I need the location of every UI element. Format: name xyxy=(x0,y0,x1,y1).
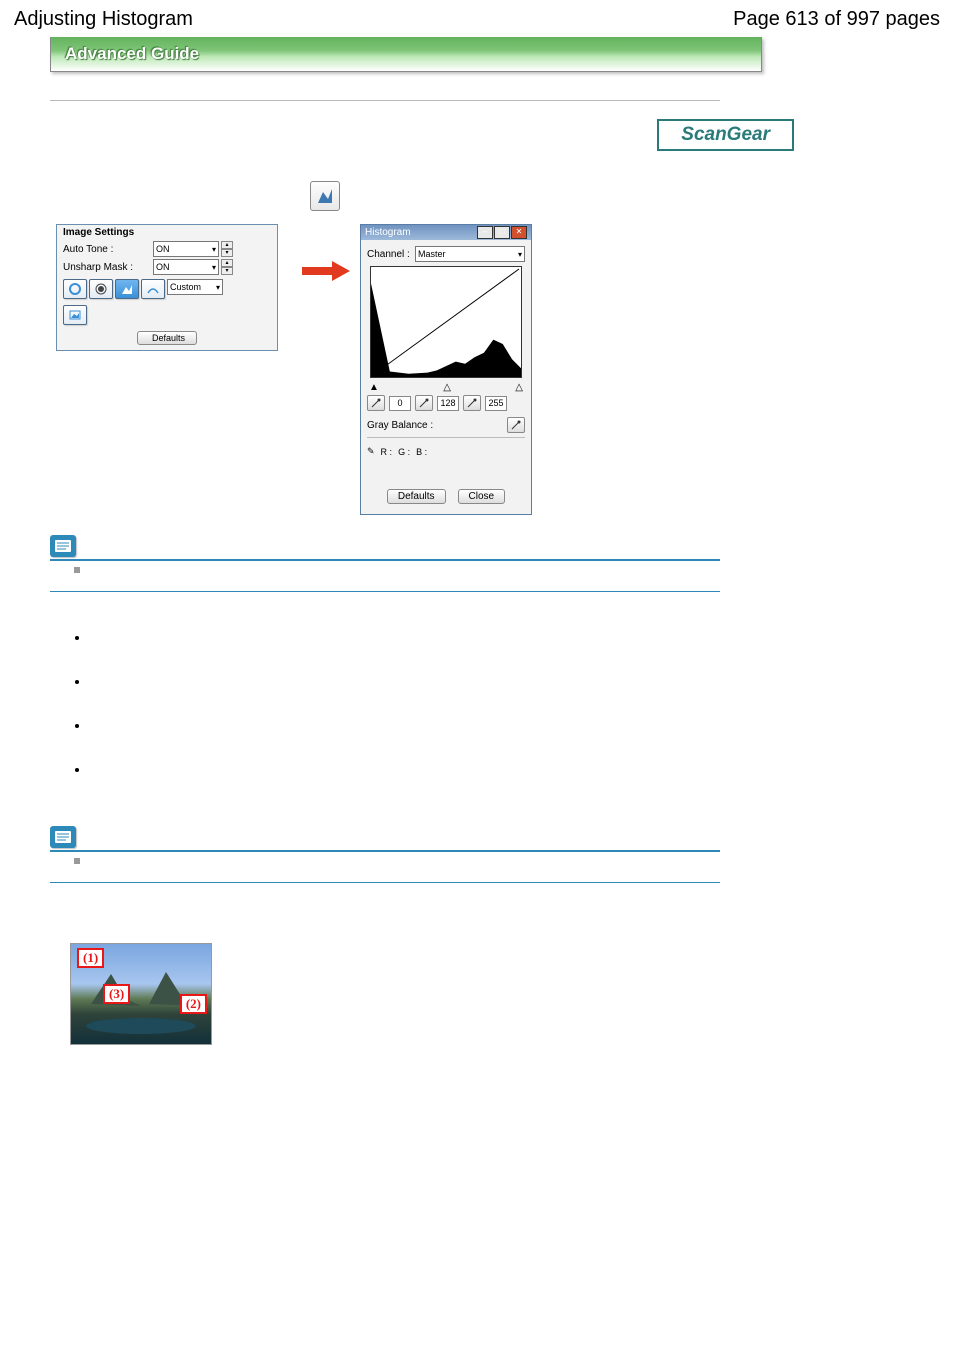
bullet-list xyxy=(90,630,914,768)
sub-bullet xyxy=(74,567,80,573)
list-item xyxy=(90,762,914,768)
section-rule-thin xyxy=(50,882,720,883)
list-item xyxy=(90,674,914,680)
shadow-value[interactable]: 0 xyxy=(389,396,411,411)
r-label: R : xyxy=(381,447,393,457)
page-title: Adjusting Histogram xyxy=(14,8,193,31)
list-item xyxy=(90,630,914,636)
image-settings-panel: Image Settings Auto Tone : ON ▴▾ Unsharp… xyxy=(56,224,278,351)
histogram-dialog-title: Histogram xyxy=(365,227,411,238)
advanced-guide-tab: Advanced Guide xyxy=(50,37,762,72)
note-icon xyxy=(50,535,76,557)
shadow-eyedropper-icon[interactable] xyxy=(367,395,385,411)
custom-select[interactable]: Custom xyxy=(167,279,223,295)
histogram-defaults-button[interactable]: Defaults xyxy=(387,489,446,504)
adjust-saturation-icon[interactable] xyxy=(63,279,87,299)
callout-3: (3) xyxy=(103,984,130,1004)
unsharp-select[interactable]: ON xyxy=(153,259,219,275)
eyedropper-small-icon: ✎ xyxy=(367,446,375,457)
mid-eyedropper-icon[interactable] xyxy=(415,395,433,411)
histogram-canvas xyxy=(370,266,522,378)
divider xyxy=(50,100,720,101)
b-label: B : xyxy=(416,447,427,457)
histogram-dialog: Histogram – □ ✕ Channel : Master xyxy=(360,224,532,515)
red-arrow-icon xyxy=(302,260,350,282)
final-review-icon[interactable] xyxy=(63,305,87,325)
list-item xyxy=(90,718,914,724)
channel-label: Channel : xyxy=(367,249,415,260)
callout-2: (2) xyxy=(180,994,207,1014)
spinner[interactable]: ▴▾ xyxy=(221,241,233,257)
brand-badge: ScanGear xyxy=(657,119,794,151)
note-icon xyxy=(50,826,76,848)
image-settings-title: Image Settings xyxy=(57,225,277,240)
histogram-close-button[interactable]: Close xyxy=(458,489,506,504)
g-label: G : xyxy=(398,447,410,457)
channel-select[interactable]: Master xyxy=(415,246,525,262)
spinner[interactable]: ▴▾ xyxy=(221,259,233,275)
unsharp-label: Unsharp Mask : xyxy=(63,262,153,273)
histogram-toolbar-icon[interactable] xyxy=(310,181,340,211)
auto-tone-label: Auto Tone : xyxy=(63,244,153,255)
callout-1: (1) xyxy=(77,948,104,968)
gray-balance-eyedropper-icon[interactable] xyxy=(507,417,525,433)
sub-bullet xyxy=(74,858,80,864)
page-indicator: Page 613 of 997 pages xyxy=(733,8,940,31)
highlight-value[interactable]: 255 xyxy=(485,396,507,411)
section-rule-thin xyxy=(50,591,720,592)
section-rule xyxy=(50,559,720,561)
minimize-icon[interactable]: – xyxy=(477,226,493,239)
auto-tone-select[interactable]: ON xyxy=(153,241,219,257)
shadow-slider-icon[interactable]: ▲ xyxy=(369,382,379,393)
adjust-tonecurve-icon[interactable] xyxy=(141,279,165,299)
highlight-eyedropper-icon[interactable] xyxy=(463,395,481,411)
maximize-icon[interactable]: □ xyxy=(494,226,510,239)
gray-balance-label: Gray Balance : xyxy=(367,420,433,431)
close-icon[interactable]: ✕ xyxy=(511,226,527,239)
section-rule xyxy=(50,850,720,852)
adjust-histogram-icon[interactable] xyxy=(115,279,139,299)
mid-slider-icon[interactable]: △ xyxy=(443,382,451,393)
highlight-slider-icon[interactable]: △ xyxy=(515,382,523,393)
mid-value[interactable]: 128 xyxy=(437,396,459,411)
image-settings-defaults-button[interactable]: Defaults xyxy=(137,331,197,345)
adjust-brightness-icon[interactable] xyxy=(89,279,113,299)
sample-photo: (1) (2) (3) xyxy=(70,943,212,1045)
